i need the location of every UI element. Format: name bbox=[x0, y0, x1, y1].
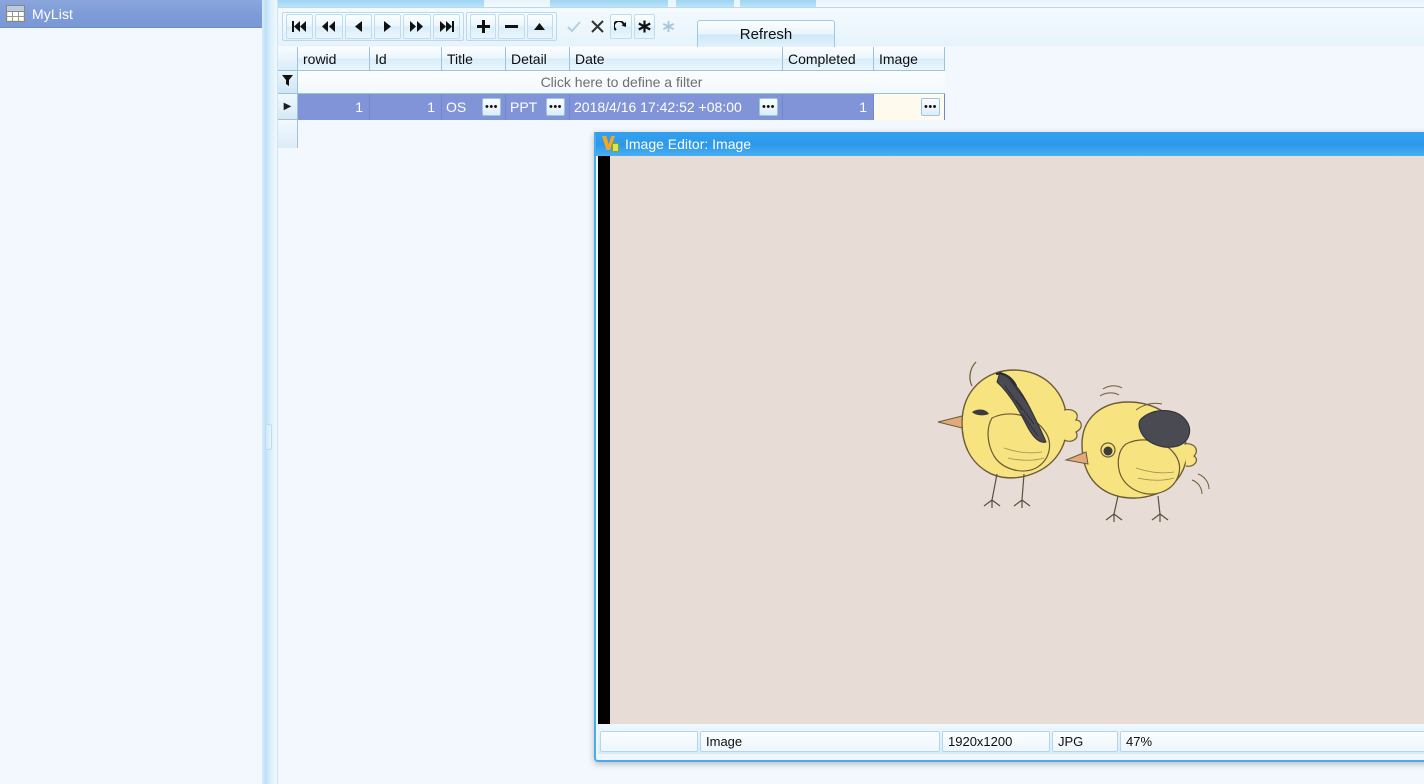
cell-completed[interactable]: 1 bbox=[783, 94, 874, 120]
grid-table-icon bbox=[6, 5, 25, 22]
commit-edit-button[interactable] bbox=[563, 14, 585, 39]
commit-button-group bbox=[559, 12, 683, 41]
cell-image-ellipsis-button[interactable]: ••• bbox=[921, 98, 940, 116]
splitter-grip[interactable] bbox=[265, 424, 272, 450]
status-zoom-level: 47% bbox=[1120, 730, 1424, 752]
column-header-title[interactable]: Title bbox=[442, 47, 506, 71]
image-canvas bbox=[610, 156, 1424, 724]
column-header-id[interactable]: Id bbox=[370, 47, 442, 71]
grid-header-row: rowid Id Title Detail Date Completed Ima… bbox=[278, 47, 945, 71]
next-page-button[interactable] bbox=[403, 14, 431, 39]
column-header-detail[interactable]: Detail bbox=[506, 47, 570, 71]
main-area: Refresh rowid Id Title Detail Date Compl… bbox=[278, 0, 1424, 784]
image-editor-dialog: Image Editor: Image Image 1920x1200 JPG … bbox=[594, 132, 1424, 762]
new-row-gutter bbox=[278, 120, 298, 148]
sidebar-item-mylist[interactable]: MyList bbox=[0, 0, 262, 28]
dialog-title-bar[interactable]: Image Editor: Image bbox=[596, 132, 1424, 156]
cell-title-ellipsis-button[interactable]: ••• bbox=[482, 98, 501, 116]
header-gutter bbox=[278, 47, 298, 71]
dialog-body: Load Save Copy Paste Clear Open Open wit… bbox=[596, 156, 1424, 758]
cell-title-text: OS bbox=[446, 99, 467, 115]
sidebar-item-label: MyList bbox=[32, 5, 74, 22]
last-record-button[interactable] bbox=[432, 14, 460, 39]
dialog-status-bar: Image 1920x1200 JPG 47% bbox=[598, 728, 1424, 754]
edit-record-button[interactable] bbox=[526, 14, 553, 39]
prev-page-button[interactable] bbox=[315, 14, 343, 39]
column-header-image[interactable]: Image bbox=[874, 47, 945, 71]
table-row[interactable]: ▶ 1 1 OS ••• PPT ••• 2018/4/16 17:42:52 … bbox=[278, 94, 945, 120]
cell-detail-text: PPT bbox=[510, 99, 538, 115]
next-record-button[interactable] bbox=[373, 14, 402, 39]
refresh-record-button[interactable] bbox=[633, 14, 656, 39]
edit-button-group bbox=[466, 12, 557, 41]
record-toolbar: Refresh bbox=[278, 9, 1424, 49]
panel-splitter[interactable] bbox=[262, 0, 278, 784]
image-viewer[interactable] bbox=[598, 156, 1424, 724]
status-field-name: Image bbox=[700, 730, 940, 752]
filter-prompt[interactable]: Click here to define a filter bbox=[298, 71, 945, 94]
cell-date[interactable]: 2018/4/16 17:42:52 +08:00 ••• bbox=[570, 94, 783, 120]
add-record-button[interactable] bbox=[470, 14, 497, 39]
delete-record-button[interactable] bbox=[498, 14, 525, 39]
tabs-strip-clipped bbox=[278, 0, 1424, 9]
filter-gutter bbox=[278, 71, 298, 94]
navigation-button-group bbox=[282, 12, 464, 41]
refresh-button-label: Refresh bbox=[739, 26, 793, 43]
clear-filter-button[interactable] bbox=[657, 14, 679, 39]
cell-image[interactable]: ••• bbox=[874, 94, 945, 120]
cell-rowid[interactable]: 1 bbox=[298, 94, 370, 120]
row-indicator: ▶ bbox=[278, 94, 298, 120]
cell-date-text: 2018/4/16 17:42:52 +08:00 bbox=[574, 99, 742, 115]
cell-date-ellipsis-button[interactable]: ••• bbox=[759, 98, 778, 116]
cell-title[interactable]: OS ••• bbox=[442, 94, 506, 120]
status-blank-panel bbox=[600, 730, 698, 752]
filter-funnel-icon bbox=[282, 74, 293, 90]
prev-record-button[interactable] bbox=[344, 14, 372, 39]
navigation-panel: MyList bbox=[0, 0, 262, 784]
status-dimensions: 1920x1200 bbox=[942, 730, 1050, 752]
cell-detail[interactable]: PPT ••• bbox=[506, 94, 570, 120]
refresh-button[interactable]: Refresh bbox=[697, 20, 835, 49]
chick-illustration bbox=[937, 361, 1210, 522]
cancel-edit-button[interactable] bbox=[587, 14, 609, 39]
status-format: JPG bbox=[1052, 730, 1118, 752]
revert-record-button[interactable] bbox=[610, 14, 632, 39]
column-header-date[interactable]: Date bbox=[570, 47, 783, 71]
application-window: MyList Refresh rowid Id Title Detail Dat… bbox=[0, 0, 1424, 784]
dialog-title-text: Image Editor: Image bbox=[625, 136, 752, 152]
app-logo-icon bbox=[602, 136, 619, 152]
column-header-completed[interactable]: Completed bbox=[783, 47, 874, 71]
grid-filter-row[interactable]: Click here to define a filter bbox=[278, 71, 945, 94]
cell-detail-ellipsis-button[interactable]: ••• bbox=[546, 98, 565, 116]
cell-id[interactable]: 1 bbox=[370, 94, 442, 120]
first-record-button[interactable] bbox=[286, 14, 314, 39]
column-header-rowid[interactable]: rowid bbox=[298, 47, 370, 71]
